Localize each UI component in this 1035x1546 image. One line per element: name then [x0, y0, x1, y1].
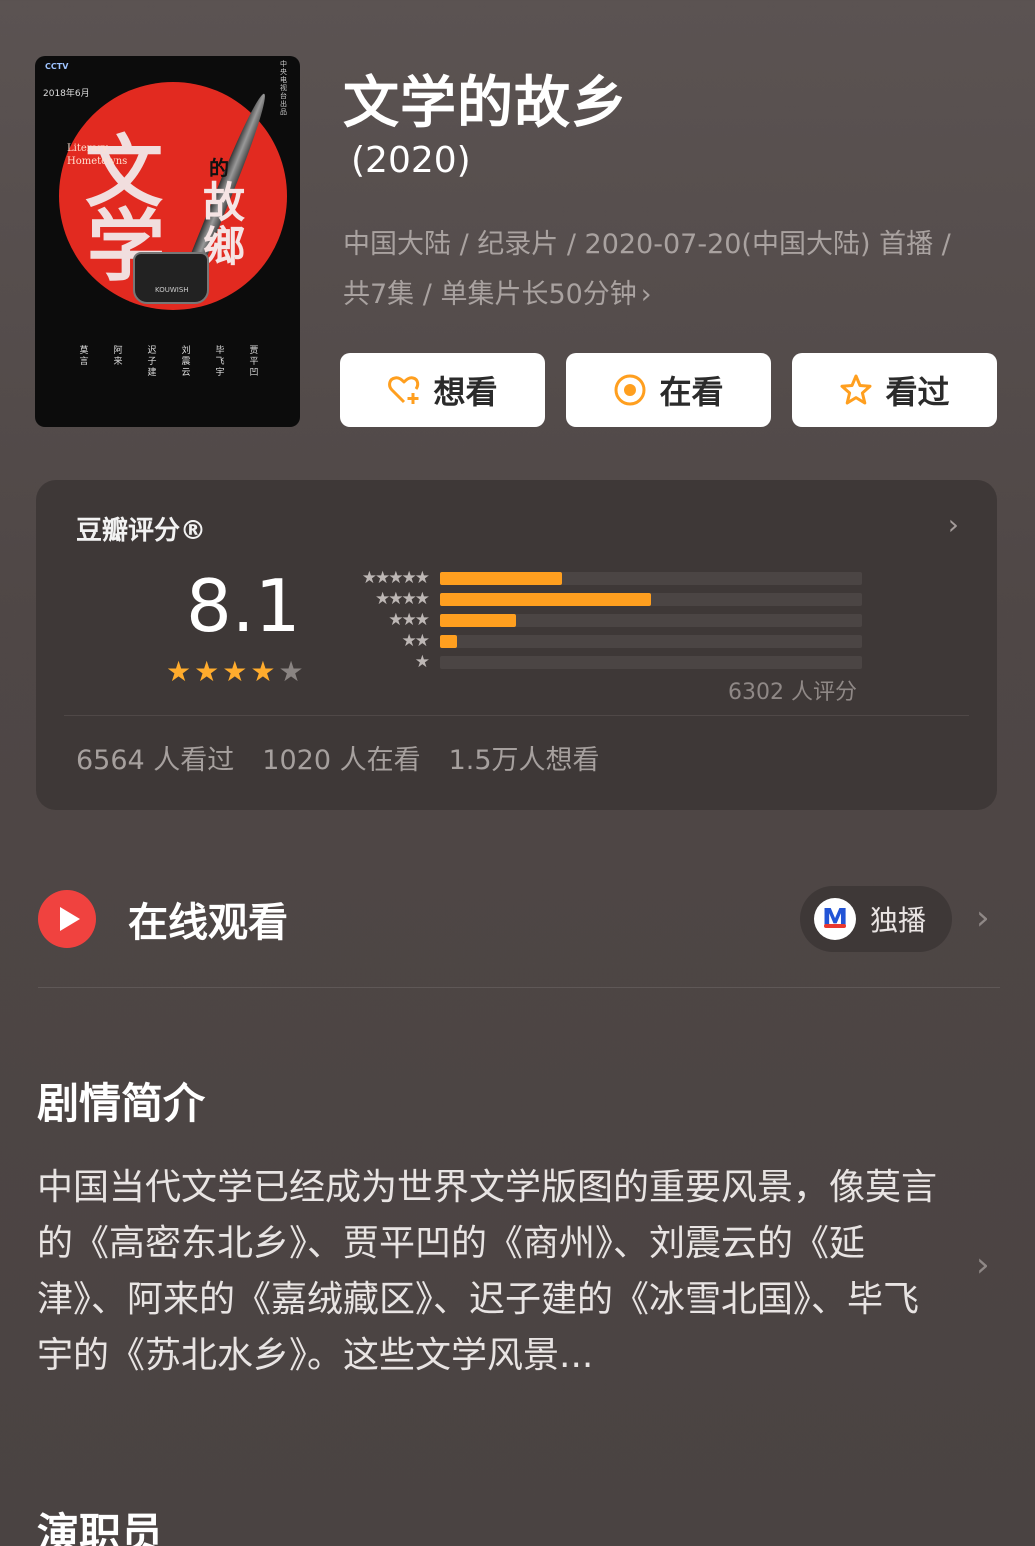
rating-count: 6302 人评分	[728, 680, 857, 705]
poster-author: 刘震云	[181, 346, 191, 378]
chevron-right-icon[interactable]: ›	[976, 898, 990, 938]
poster-author: 莫言	[79, 346, 89, 367]
rating-score: 8.1	[186, 564, 301, 648]
exclusive-provider-button[interactable]: 独播	[800, 886, 952, 952]
star-filled-icon: ★	[222, 655, 248, 688]
watching-label: 在看	[659, 373, 724, 411]
star-filled-icon: ★	[194, 655, 220, 688]
target-icon	[614, 374, 646, 406]
poster-image[interactable]: CCTV 2018年6月 中央电视台出品 文 学 Literary Hometo…	[35, 56, 300, 427]
cast-title: 演职员	[37, 1509, 164, 1546]
stat-watched[interactable]: 6564 人看过	[76, 738, 234, 777]
chevron-right-icon[interactable]: ›	[976, 1245, 990, 1285]
poster-date: 2018年6月	[43, 89, 90, 99]
poster-author: 贾平凹	[249, 346, 259, 378]
poster-title-guxiang: 故鄉	[203, 178, 246, 271]
poster-authors: 莫言 阿来 迟子建 刘震云 毕飞宇 贾平凹	[79, 346, 259, 379]
poster-channel-logo: CCTV	[45, 62, 69, 71]
distribution-bar	[440, 614, 516, 627]
chevron-right-icon: ›	[640, 279, 652, 310]
rating-label: 豆瓣评分®	[76, 516, 207, 546]
exclusive-label: 独播	[870, 904, 927, 937]
movie-year: (2020)	[351, 140, 471, 181]
chevron-right-icon[interactable]: ›	[948, 508, 959, 541]
want-to-watch-button[interactable]: 想看	[340, 353, 545, 427]
synopsis-text[interactable]: 中国当代文学已经成为世界文学版图的重要风景，像莫言的《高密东北乡》、贾平凹的《商…	[37, 1160, 937, 1384]
star-empty-icon: ★	[278, 655, 304, 688]
poster-ink-label: KOUWISH	[155, 286, 189, 294]
watching-button[interactable]: 在看	[566, 353, 771, 427]
poster-author: 阿来	[113, 346, 123, 367]
play-icon[interactable]	[38, 890, 96, 948]
distribution-track	[440, 656, 862, 669]
movie-meta-line1: 中国大陆 / 纪录片 / 2020-07-20(中国大陆) 首播 /	[343, 229, 951, 260]
distribution-bar	[440, 593, 651, 606]
distribution-track	[440, 635, 862, 648]
movie-meta-line2: 共7集 / 单集片长50分钟	[343, 279, 637, 310]
poster-author: 迟子建	[147, 346, 157, 378]
movie-meta[interactable]: 中国大陆 / 纪录片 / 2020-07-20(中国大陆) 首播 / 共7集 /…	[343, 220, 1013, 320]
poster-title-char-de: 的	[209, 156, 229, 180]
movie-title: 文学的故乡	[343, 71, 628, 136]
watched-label: 看过	[885, 373, 950, 411]
distribution-stars-icon: ★★★	[388, 610, 430, 630]
distribution-bar	[440, 572, 562, 585]
online-watch-title[interactable]: 在线观看	[128, 890, 288, 948]
provider-logo-icon	[814, 898, 856, 940]
synopsis-title: 剧情简介	[37, 1079, 206, 1128]
star-filled-icon: ★	[250, 655, 276, 688]
watched-button[interactable]: 看过	[792, 353, 997, 427]
stat-watching[interactable]: 1020 人在看	[262, 738, 420, 777]
distribution-stars-icon: ★★	[401, 631, 430, 651]
poster-credit: 中央电视台出品	[280, 60, 287, 116]
star-outline-icon	[840, 374, 872, 405]
rating-stars: ★ ★ ★ ★ ★	[166, 658, 304, 686]
poster-english-title: Literary Hometowns	[67, 143, 128, 167]
star-filled-icon: ★	[166, 655, 192, 688]
poster-inkpot	[133, 252, 209, 304]
distribution-stars-icon: ★	[414, 652, 430, 672]
stat-want[interactable]: 1.5万人想看	[449, 738, 600, 777]
rating-card[interactable]: 豆瓣评分® › 8.1 ★ ★ ★ ★ ★ ★★★★★ ★★★★ ★★★ ★★ ★ 6302 人…	[36, 480, 997, 810]
divider	[38, 987, 1000, 988]
distribution-bar	[440, 635, 457, 648]
distribution-stars-icon: ★★★★★	[361, 568, 430, 588]
rating-stats: 6564 人看过 1020 人在看 1.5万人想看	[76, 738, 600, 777]
poster-author: 毕飞宇	[215, 346, 225, 378]
distribution-stars-icon: ★★★★	[375, 589, 430, 609]
heart-plus-icon	[388, 376, 420, 404]
want-label: 想看	[433, 373, 498, 411]
divider	[64, 715, 969, 716]
